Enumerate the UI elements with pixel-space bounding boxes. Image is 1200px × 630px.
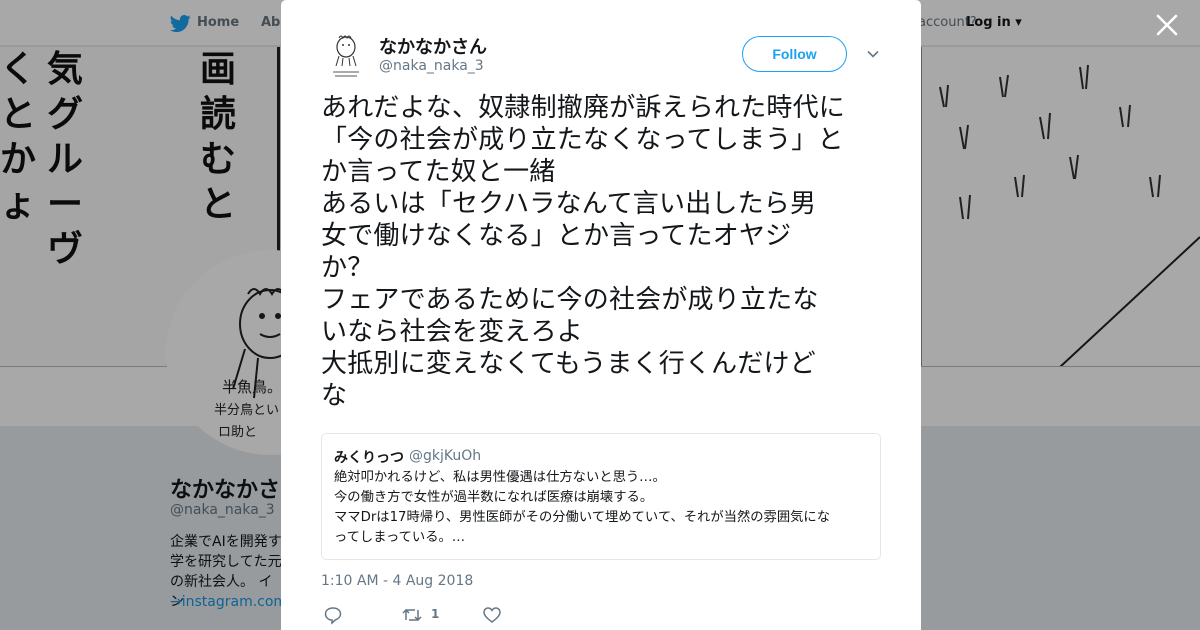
tweet-line: フェアであるために今の社会が成り立たな: [321, 285, 819, 315]
quoted-line: ってしまっている。…: [334, 530, 466, 545]
tweet-line: な: [321, 381, 348, 411]
tweet-line: いなら社会を変えろよ: [321, 317, 584, 347]
tweet-line: 「今の社会が成り立たなくなってしまう」と: [321, 125, 844, 155]
retweet-button[interactable]: [401, 605, 423, 625]
author-avatar[interactable]: [327, 32, 365, 80]
quoted-tweet-text: 絶対叩かれるけど、私は男性優遇は仕方ないと思う…。 今の働き方で女性が過半数にな…: [334, 468, 866, 548]
quoted-line: 絶対叩かれるけど、私は男性優遇は仕方ないと思う…。: [334, 470, 666, 485]
author-name[interactable]: なかなかさん: [379, 33, 487, 59]
tweet-line: 大抵別に変えなくてもうまく行くんだけど: [321, 349, 816, 379]
retweet-count: 1: [431, 607, 440, 621]
tweet-line: あれだよな、奴隷制撤廃が訴えられた時代に: [321, 93, 846, 123]
tweet-text: あれだよな、奴隷制撤廃が訴えられた時代に 「今の社会が成り立たなくなってしまう」…: [321, 92, 887, 412]
tweet-timestamp[interactable]: 1:10 AM - 4 Aug 2018: [321, 573, 473, 589]
tweet-line: あるいは「セクハラなんて言い出したら男: [321, 189, 817, 219]
reply-button[interactable]: [323, 605, 343, 625]
reply-icon: [324, 607, 342, 625]
author-handle[interactable]: @naka_naka_3: [379, 58, 484, 74]
like-button[interactable]: [482, 605, 502, 625]
quoted-author-handle: @gkjKuOh: [409, 448, 482, 464]
close-icon[interactable]: [1154, 12, 1180, 38]
tweet-line: 女で働けなくなる」とか言ってたオヤジ: [321, 221, 792, 251]
retweet-icon: [402, 608, 422, 622]
quoted-line: 今の働き方で女性が過半数になれば医療は崩壊する。: [334, 490, 654, 505]
quoted-tweet[interactable]: みくりっつ @gkjKuOh 絶対叩かれるけど、私は男性優遇は仕方ないと思う…。…: [321, 433, 881, 560]
tweet-modal: なかなかさん @naka_naka_3 Follow あれだよな、奴隷制撤廃が訴…: [281, 0, 921, 630]
chevron-down-icon[interactable]: [866, 47, 880, 61]
tweet-line: か？: [321, 253, 374, 283]
heart-icon: [483, 607, 501, 623]
tweet-line: か言ってた奴と一緒: [321, 157, 556, 187]
follow-button[interactable]: Follow: [742, 36, 847, 72]
quoted-line: ママDrは17時帰り、男性医師がその分働いて埋めていて、それが当然の雰囲気にな: [334, 510, 831, 525]
quoted-author-name: みくりっつ: [334, 450, 404, 466]
